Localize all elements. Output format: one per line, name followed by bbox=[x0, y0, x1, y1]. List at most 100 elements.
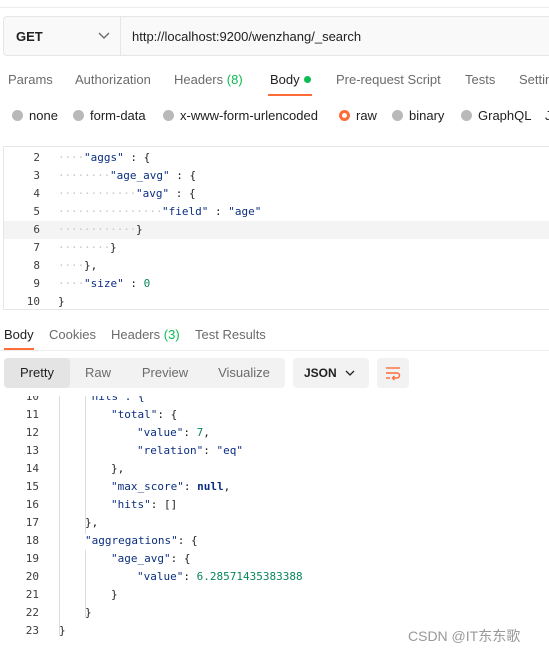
code-token: : { bbox=[123, 151, 151, 164]
code-token: "value" bbox=[137, 426, 184, 439]
code-text: } bbox=[110, 239, 117, 257]
view-mode-toolbar: Pretty Raw Preview Visualize bbox=[4, 358, 285, 388]
tab-body[interactable]: Body bbox=[270, 72, 311, 87]
wrap-lines-button[interactable] bbox=[377, 358, 409, 388]
code-token: "age_avg" bbox=[110, 169, 170, 182]
code-token: "age_avg" bbox=[111, 552, 171, 565]
indent-guide-dots: ········ bbox=[58, 241, 111, 254]
code-line: 10} bbox=[4, 293, 549, 311]
indent-guide bbox=[59, 396, 60, 636]
resp-tab-headers[interactable]: Headers (3) bbox=[111, 327, 180, 342]
line-number: 17 bbox=[25, 516, 39, 529]
tab-params[interactable]: Params bbox=[8, 72, 53, 87]
tab-pre-request-script[interactable]: Pre-request Script bbox=[336, 72, 441, 87]
code-token: : bbox=[123, 277, 144, 290]
indent-guide bbox=[85, 396, 86, 534]
resp-tab-test-results[interactable]: Test Results bbox=[195, 327, 266, 342]
code-token: "relation" bbox=[137, 444, 204, 457]
code-text: } bbox=[58, 293, 65, 311]
code-text: "value": 6.28571435383388 bbox=[137, 568, 303, 586]
line-number: 4 bbox=[33, 187, 40, 200]
code-token: }, bbox=[85, 516, 99, 529]
code-token: : bbox=[183, 480, 198, 493]
code-line: 7 ········} bbox=[4, 239, 549, 257]
top-divider bbox=[0, 7, 549, 8]
resp-tab-body[interactable]: Body bbox=[4, 327, 34, 342]
radio-circle-icon bbox=[461, 110, 472, 121]
resp-tab-cookies[interactable]: Cookies bbox=[49, 327, 96, 342]
view-raw-button[interactable]: Raw bbox=[74, 358, 122, 388]
code-line: 4 ············ "avg" : { bbox=[4, 185, 549, 203]
code-token: : bbox=[183, 426, 197, 439]
code-line: 8 ····}, bbox=[4, 257, 549, 275]
view-visualize-button[interactable]: Visualize bbox=[208, 358, 280, 388]
indent-guide-dots: ···· bbox=[58, 151, 85, 164]
code-line: 9 ···· "size" : 0 bbox=[4, 275, 549, 293]
code-token: }, bbox=[84, 259, 98, 272]
format-select-label: JSON bbox=[304, 366, 337, 380]
code-text: "aggregations": { bbox=[85, 532, 198, 550]
radio-binary-label: binary bbox=[409, 108, 445, 123]
code-text: "size" : 0 bbox=[84, 275, 150, 293]
view-pretty-button[interactable]: Pretty bbox=[4, 358, 70, 388]
code-text: "value": 7, bbox=[137, 424, 210, 442]
method-select[interactable]: GET bbox=[4, 17, 121, 55]
radio-x-www-form-urlencoded[interactable]: x-www-form-urlencoded bbox=[163, 108, 318, 123]
tab-authorization[interactable]: Authorization bbox=[75, 72, 151, 87]
format-select[interactable]: JSON bbox=[293, 358, 369, 388]
code-text: "aggs" : { bbox=[84, 149, 150, 167]
line-number: 7 bbox=[33, 241, 40, 254]
indent-guide-dots: ············ bbox=[58, 187, 137, 200]
response-body-viewer[interactable]: 10 "hits": {11 "total": {12 "value": 7, 13 "r… bbox=[3, 396, 549, 646]
code-text: } bbox=[111, 586, 118, 604]
request-tabs: Params Authorization Headers (8) Body Pr… bbox=[0, 64, 549, 96]
radio-form-data[interactable]: form-data bbox=[73, 108, 146, 123]
tab-settings[interactable]: Settin bbox=[519, 72, 549, 87]
view-preview-button[interactable]: Preview bbox=[130, 358, 200, 388]
code-token: "max_score" bbox=[111, 480, 184, 493]
code-token: : bbox=[183, 570, 197, 583]
code-token: : [] bbox=[150, 498, 178, 511]
radio-raw[interactable]: raw bbox=[339, 108, 377, 123]
line-number: 10 bbox=[25, 396, 39, 403]
resp-tab-headers-label: Headers bbox=[111, 327, 161, 342]
code-text: "age_avg" : { bbox=[110, 167, 196, 185]
code-text: "max_score": null, bbox=[111, 478, 230, 496]
code-text: }, bbox=[84, 257, 97, 275]
radio-binary[interactable]: binary bbox=[392, 108, 444, 123]
radio-none[interactable]: none bbox=[12, 108, 58, 123]
line-number: 9 bbox=[33, 277, 40, 290]
radio-json-type[interactable]: J bbox=[545, 108, 549, 123]
line-number: 5 bbox=[33, 205, 40, 218]
radio-none-label: none bbox=[29, 108, 58, 123]
tab-tests[interactable]: Tests bbox=[465, 72, 495, 87]
url-input[interactable]: http://localhost:9200/wenzhang/_search bbox=[132, 29, 361, 44]
code-token: : { bbox=[177, 534, 198, 547]
code-line: 2 ···· "aggs" : { bbox=[4, 149, 549, 167]
wrap-lines-icon bbox=[386, 367, 401, 381]
body-type-radios: none form-data x-www-form-urlencoded raw… bbox=[0, 104, 549, 128]
code-token: 0 bbox=[143, 277, 151, 290]
line-number: 3 bbox=[33, 169, 40, 182]
code-text: }, bbox=[85, 514, 98, 532]
request-body-editor[interactable]: 2 ···· "aggs" : {3 ········ "age_avg" : {4 ··… bbox=[3, 146, 549, 310]
tab-headers[interactable]: Headers (8) bbox=[174, 72, 243, 87]
code-token: } bbox=[111, 588, 118, 601]
code-token: : { bbox=[169, 187, 196, 200]
code-line: 18 "aggregations": { bbox=[3, 532, 549, 550]
chevron-down-icon bbox=[345, 370, 355, 376]
radio-json-type-label: J bbox=[545, 108, 549, 123]
radio-graphql[interactable]: GraphQL bbox=[461, 108, 531, 123]
code-line: 5 ················ "field" : "age" bbox=[4, 203, 549, 221]
code-token: : { bbox=[170, 552, 191, 565]
line-number: 21 bbox=[25, 588, 39, 601]
watermark: CSDN @IT东东歌 bbox=[408, 628, 521, 644]
code-token: : bbox=[208, 205, 229, 218]
radio-selected-icon bbox=[339, 110, 350, 121]
code-token: "eq" bbox=[216, 444, 243, 457]
code-token: "age" bbox=[228, 205, 262, 218]
line-number: 14 bbox=[25, 462, 39, 475]
code-text: "total": { bbox=[111, 406, 177, 424]
indent-guide-dots: ········ bbox=[58, 169, 111, 182]
line-number: 15 bbox=[25, 480, 39, 493]
